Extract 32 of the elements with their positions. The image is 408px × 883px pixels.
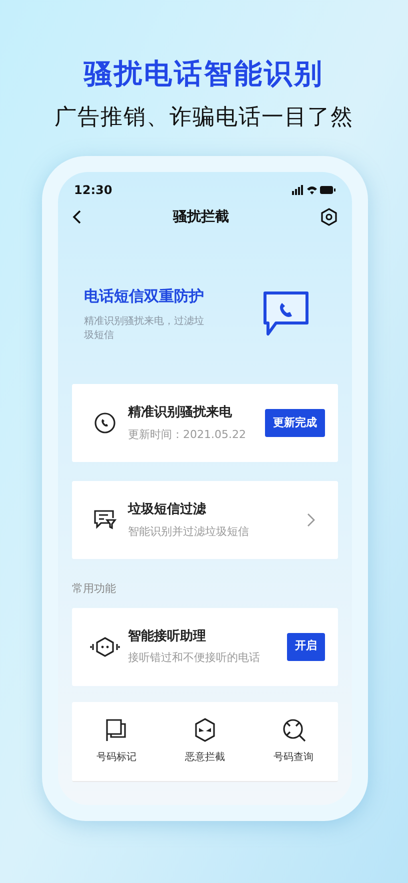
chevron-icon[interactable] (307, 513, 315, 527)
card-title: 精准识别骚扰来电 (128, 404, 233, 422)
flag-icon[interactable] (104, 718, 128, 742)
action-label[interactable]: 号码标记 (96, 750, 136, 764)
page-title: 骚扰拦截 (173, 208, 229, 226)
card-title: 垃圾短信过滤 (128, 501, 207, 519)
card-subtitle: 智能识别并过滤垃圾短信 (128, 524, 250, 540)
status-time: 12:30 (74, 182, 112, 199)
subtitle: 广告推销、诈骗电话一目了然 (54, 104, 354, 132)
card-title: 智能接听助理 (128, 628, 207, 646)
feature-card[interactable]: 智能接听助理 接听错过和不便接听的电话 开启 (72, 608, 338, 686)
action-button[interactable]: 开启 (287, 632, 325, 660)
card-subtitle: 接听错过和不便接听的电话 (128, 650, 261, 666)
search-icon[interactable] (282, 718, 306, 742)
feature-card[interactable]: 垃圾短信过滤 智能识别并过滤垃圾短信 (72, 481, 338, 559)
mask-icon[interactable] (194, 718, 216, 742)
chat-phone-icon (262, 290, 310, 338)
settings-icon[interactable] (320, 208, 338, 226)
action-label[interactable]: 号码查询 (274, 750, 314, 764)
status-icons (292, 185, 336, 195)
action-label[interactable]: 恶意拦截 (184, 750, 225, 764)
action-button[interactable]: 更新完成 (265, 409, 325, 437)
back-icon[interactable] (72, 209, 82, 225)
robot-icon (90, 636, 120, 658)
section-label: 常用功能 (72, 581, 117, 597)
hero-description: 精准识别骚扰来电，过滤垃圾短信 (84, 315, 205, 344)
message-filter-icon (93, 509, 117, 531)
hero-title: 电话短信双重防护 (84, 286, 205, 307)
headline: 骚扰电话智能识别 (84, 56, 324, 92)
feature-card[interactable]: 精准识别骚扰来电 更新时间：2021.05.22 更新完成 (72, 384, 338, 462)
card-subtitle: 更新时间：2021.05.22 (128, 426, 247, 442)
phone-icon (94, 412, 116, 434)
